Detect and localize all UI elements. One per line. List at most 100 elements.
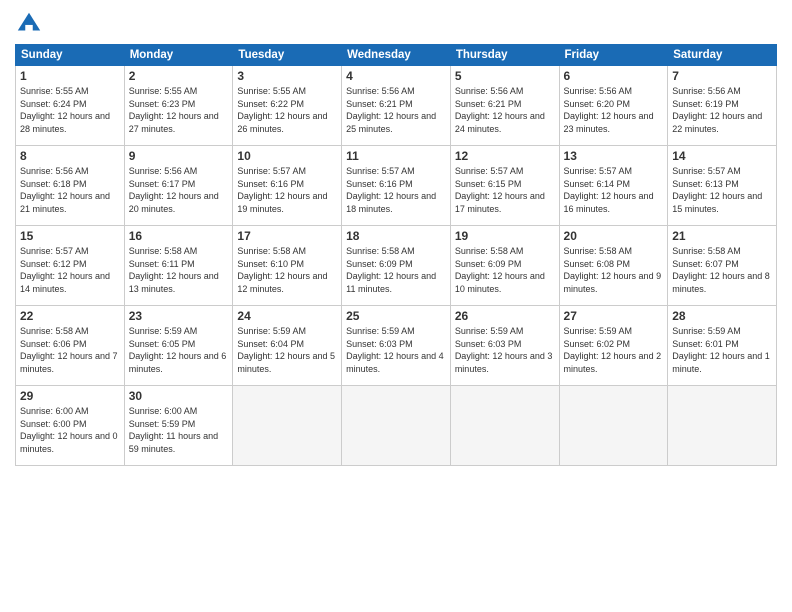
calendar-cell: 16 Sunrise: 5:58 AMSunset: 6:11 PMDaylig…: [124, 226, 233, 306]
cell-info: Sunrise: 5:56 AMSunset: 6:21 PMDaylight:…: [346, 86, 436, 134]
day-number: 23: [129, 309, 229, 323]
day-number: 20: [564, 229, 664, 243]
calendar-cell: 15 Sunrise: 5:57 AMSunset: 6:12 PMDaylig…: [16, 226, 125, 306]
cell-info: Sunrise: 5:56 AMSunset: 6:18 PMDaylight:…: [20, 166, 110, 214]
day-number: 14: [672, 149, 772, 163]
day-number: 9: [129, 149, 229, 163]
calendar-cell: 27 Sunrise: 5:59 AMSunset: 6:02 PMDaylig…: [559, 306, 668, 386]
calendar-week-2: 8 Sunrise: 5:56 AMSunset: 6:18 PMDayligh…: [16, 146, 777, 226]
day-number: 18: [346, 229, 446, 243]
calendar-cell: 28 Sunrise: 5:59 AMSunset: 6:01 PMDaylig…: [668, 306, 777, 386]
calendar-cell: 12 Sunrise: 5:57 AMSunset: 6:15 PMDaylig…: [450, 146, 559, 226]
calendar-week-1: 1 Sunrise: 5:55 AMSunset: 6:24 PMDayligh…: [16, 66, 777, 146]
calendar-header-wednesday: Wednesday: [342, 45, 451, 66]
day-number: 19: [455, 229, 555, 243]
calendar-cell: 26 Sunrise: 5:59 AMSunset: 6:03 PMDaylig…: [450, 306, 559, 386]
calendar-cell: [233, 386, 342, 466]
calendar-cell: [559, 386, 668, 466]
calendar-cell: 18 Sunrise: 5:58 AMSunset: 6:09 PMDaylig…: [342, 226, 451, 306]
calendar-header-thursday: Thursday: [450, 45, 559, 66]
calendar-header-saturday: Saturday: [668, 45, 777, 66]
calendar-table: SundayMondayTuesdayWednesdayThursdayFrid…: [15, 44, 777, 466]
cell-info: Sunrise: 5:57 AMSunset: 6:12 PMDaylight:…: [20, 246, 110, 294]
day-number: 16: [129, 229, 229, 243]
day-number: 26: [455, 309, 555, 323]
cell-info: Sunrise: 5:59 AMSunset: 6:02 PMDaylight:…: [564, 326, 662, 374]
day-number: 30: [129, 389, 229, 403]
calendar-week-3: 15 Sunrise: 5:57 AMSunset: 6:12 PMDaylig…: [16, 226, 777, 306]
calendar-cell: 6 Sunrise: 5:56 AMSunset: 6:20 PMDayligh…: [559, 66, 668, 146]
cell-info: Sunrise: 5:58 AMSunset: 6:06 PMDaylight:…: [20, 326, 118, 374]
day-number: 15: [20, 229, 120, 243]
day-number: 1: [20, 69, 120, 83]
calendar-header-monday: Monday: [124, 45, 233, 66]
calendar-header-sunday: Sunday: [16, 45, 125, 66]
calendar-cell: 8 Sunrise: 5:56 AMSunset: 6:18 PMDayligh…: [16, 146, 125, 226]
cell-info: Sunrise: 5:55 AMSunset: 6:23 PMDaylight:…: [129, 86, 219, 134]
page: SundayMondayTuesdayWednesdayThursdayFrid…: [0, 0, 792, 612]
cell-info: Sunrise: 5:58 AMSunset: 6:10 PMDaylight:…: [237, 246, 327, 294]
cell-info: Sunrise: 5:57 AMSunset: 6:13 PMDaylight:…: [672, 166, 762, 214]
day-number: 24: [237, 309, 337, 323]
cell-info: Sunrise: 5:57 AMSunset: 6:16 PMDaylight:…: [237, 166, 327, 214]
calendar-cell: 20 Sunrise: 5:58 AMSunset: 6:08 PMDaylig…: [559, 226, 668, 306]
calendar-cell: [342, 386, 451, 466]
day-number: 27: [564, 309, 664, 323]
calendar-cell: 4 Sunrise: 5:56 AMSunset: 6:21 PMDayligh…: [342, 66, 451, 146]
cell-info: Sunrise: 5:57 AMSunset: 6:15 PMDaylight:…: [455, 166, 545, 214]
calendar-cell: [668, 386, 777, 466]
day-number: 10: [237, 149, 337, 163]
cell-info: Sunrise: 5:55 AMSunset: 6:24 PMDaylight:…: [20, 86, 110, 134]
logo-icon: [15, 10, 43, 38]
cell-info: Sunrise: 5:58 AMSunset: 6:08 PMDaylight:…: [564, 246, 662, 294]
day-number: 7: [672, 69, 772, 83]
day-number: 3: [237, 69, 337, 83]
calendar-cell: 25 Sunrise: 5:59 AMSunset: 6:03 PMDaylig…: [342, 306, 451, 386]
calendar-cell: 11 Sunrise: 5:57 AMSunset: 6:16 PMDaylig…: [342, 146, 451, 226]
cell-info: Sunrise: 5:57 AMSunset: 6:16 PMDaylight:…: [346, 166, 436, 214]
header: [15, 10, 777, 38]
day-number: 8: [20, 149, 120, 163]
day-number: 11: [346, 149, 446, 163]
cell-info: Sunrise: 5:59 AMSunset: 6:03 PMDaylight:…: [346, 326, 444, 374]
cell-info: Sunrise: 5:59 AMSunset: 6:01 PMDaylight:…: [672, 326, 770, 374]
cell-info: Sunrise: 6:00 AMSunset: 5:59 PMDaylight:…: [129, 406, 218, 454]
day-number: 4: [346, 69, 446, 83]
cell-info: Sunrise: 5:59 AMSunset: 6:03 PMDaylight:…: [455, 326, 553, 374]
calendar-cell: 7 Sunrise: 5:56 AMSunset: 6:19 PMDayligh…: [668, 66, 777, 146]
cell-info: Sunrise: 5:57 AMSunset: 6:14 PMDaylight:…: [564, 166, 654, 214]
calendar-cell: 1 Sunrise: 5:55 AMSunset: 6:24 PMDayligh…: [16, 66, 125, 146]
day-number: 28: [672, 309, 772, 323]
calendar-header-row: SundayMondayTuesdayWednesdayThursdayFrid…: [16, 45, 777, 66]
cell-info: Sunrise: 5:58 AMSunset: 6:09 PMDaylight:…: [455, 246, 545, 294]
cell-info: Sunrise: 5:56 AMSunset: 6:20 PMDaylight:…: [564, 86, 654, 134]
calendar-cell: 30 Sunrise: 6:00 AMSunset: 5:59 PMDaylig…: [124, 386, 233, 466]
calendar-week-4: 22 Sunrise: 5:58 AMSunset: 6:06 PMDaylig…: [16, 306, 777, 386]
calendar-cell: 19 Sunrise: 5:58 AMSunset: 6:09 PMDaylig…: [450, 226, 559, 306]
day-number: 2: [129, 69, 229, 83]
calendar-cell: 3 Sunrise: 5:55 AMSunset: 6:22 PMDayligh…: [233, 66, 342, 146]
cell-info: Sunrise: 5:58 AMSunset: 6:09 PMDaylight:…: [346, 246, 436, 294]
calendar-cell: 23 Sunrise: 5:59 AMSunset: 6:05 PMDaylig…: [124, 306, 233, 386]
calendar-cell: 17 Sunrise: 5:58 AMSunset: 6:10 PMDaylig…: [233, 226, 342, 306]
cell-info: Sunrise: 6:00 AMSunset: 6:00 PMDaylight:…: [20, 406, 118, 454]
calendar-header-tuesday: Tuesday: [233, 45, 342, 66]
cell-info: Sunrise: 5:56 AMSunset: 6:19 PMDaylight:…: [672, 86, 762, 134]
day-number: 21: [672, 229, 772, 243]
day-number: 5: [455, 69, 555, 83]
day-number: 6: [564, 69, 664, 83]
logo: [15, 10, 47, 38]
day-number: 12: [455, 149, 555, 163]
cell-info: Sunrise: 5:56 AMSunset: 6:17 PMDaylight:…: [129, 166, 219, 214]
calendar-cell: 24 Sunrise: 5:59 AMSunset: 6:04 PMDaylig…: [233, 306, 342, 386]
cell-info: Sunrise: 5:59 AMSunset: 6:04 PMDaylight:…: [237, 326, 335, 374]
day-number: 22: [20, 309, 120, 323]
calendar-cell: 13 Sunrise: 5:57 AMSunset: 6:14 PMDaylig…: [559, 146, 668, 226]
calendar-week-5: 29 Sunrise: 6:00 AMSunset: 6:00 PMDaylig…: [16, 386, 777, 466]
calendar-cell: [450, 386, 559, 466]
cell-info: Sunrise: 5:59 AMSunset: 6:05 PMDaylight:…: [129, 326, 227, 374]
day-number: 13: [564, 149, 664, 163]
calendar-cell: 29 Sunrise: 6:00 AMSunset: 6:00 PMDaylig…: [16, 386, 125, 466]
cell-info: Sunrise: 5:58 AMSunset: 6:11 PMDaylight:…: [129, 246, 219, 294]
calendar-cell: 10 Sunrise: 5:57 AMSunset: 6:16 PMDaylig…: [233, 146, 342, 226]
